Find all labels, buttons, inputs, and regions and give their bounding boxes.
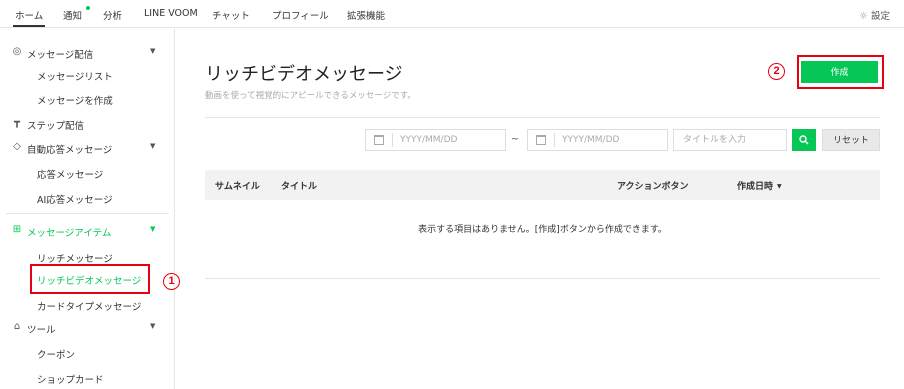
sidebar-group-label: ステップ配信	[27, 121, 85, 132]
step-icon: ┳	[13, 117, 21, 128]
highlight-box-step1	[30, 264, 150, 294]
field-separator	[392, 133, 393, 147]
chevron-down-icon: ▼	[150, 225, 156, 233]
nav-line-voom[interactable]: LINE VOOM	[144, 8, 198, 19]
sort-down-icon: ▼	[777, 183, 782, 190]
date-range-separator: ~	[511, 134, 519, 145]
broadcast-icon: ◎	[12, 46, 22, 57]
message-item-icon: ⊞	[12, 224, 22, 235]
table-bottom-divider	[205, 278, 880, 279]
title-search-input[interactable]	[673, 129, 787, 151]
sidebar-item-create-message[interactable]: メッセージを作成	[37, 93, 113, 107]
notification-dot	[86, 6, 90, 10]
nav-notifications[interactable]: 通知	[63, 8, 82, 22]
table-header: サムネイル タイトル アクションボタン 作成日時 ▼	[205, 170, 880, 200]
date-to-placeholder: YYYY/MM/DD	[562, 135, 620, 145]
date-from-field[interactable]: YYYY/MM/DD	[365, 129, 506, 151]
chevron-down-icon: ▼	[150, 47, 156, 55]
empty-state-message: 表示する項目はありません。[作成]ボタンから作成できます。	[418, 225, 667, 235]
nav-chat[interactable]: チャット	[212, 8, 250, 22]
date-from-placeholder: YYYY/MM/DD	[400, 135, 458, 145]
sidebar-group-label: ツール	[27, 325, 56, 336]
shop-icon: ⌂	[13, 321, 21, 332]
nav-home[interactable]: ホーム	[12, 8, 46, 27]
calendar-icon	[536, 135, 546, 145]
step-badge-1: 1	[163, 273, 180, 290]
step-badge-2: 2	[768, 63, 785, 80]
chevron-down-icon: ▼	[150, 142, 156, 150]
sidebar-group-message-broadcast[interactable]: ◎ メッセージ配信 ▼	[0, 43, 175, 63]
sidebar: ◎ メッセージ配信 ▼ メッセージリスト メッセージを作成 ┳ ステップ配信 ◇…	[0, 29, 175, 389]
sidebar-group-tools[interactable]: ⌂ ツール ▼	[0, 318, 175, 338]
column-header-created-at[interactable]: 作成日時 ▼	[737, 179, 782, 192]
sidebar-item-coupon[interactable]: クーポン	[37, 347, 75, 361]
divider	[205, 117, 880, 118]
gear-icon: ☼	[859, 11, 868, 22]
create-button[interactable]: 作成	[801, 61, 878, 83]
column-header-thumbnail: サムネイル	[215, 182, 260, 192]
auto-reply-icon: ◇	[13, 141, 21, 152]
sidebar-divider	[6, 213, 169, 214]
column-header-title: タイトル	[281, 182, 318, 192]
column-header-action-button: アクションボタン	[617, 182, 689, 192]
search-button[interactable]	[792, 129, 816, 151]
top-navigation: ホーム 通知 分析 LINE VOOM チャット プロフィール 拡張機能 ☼ 設定	[0, 0, 904, 28]
calendar-icon	[374, 135, 384, 145]
sidebar-group-label: メッセージ配信	[27, 50, 94, 61]
nav-profile[interactable]: プロフィール	[272, 8, 329, 22]
settings-label: 設定	[870, 11, 890, 22]
nav-extensions[interactable]: 拡張機能	[347, 8, 385, 22]
sidebar-group-message-items[interactable]: ⊞ メッセージアイテム ▼	[0, 221, 175, 241]
sidebar-item-message-list[interactable]: メッセージリスト	[37, 69, 113, 83]
page-subtitle: 動画を使って視覚的にアピールできるメッセージです。	[205, 91, 416, 101]
settings-link[interactable]: ☼ 設定	[859, 8, 890, 22]
sidebar-item-card-type-message[interactable]: カードタイプメッセージ	[37, 299, 141, 313]
page-title: リッチビデオメッセージ	[205, 64, 403, 85]
search-icon	[799, 135, 809, 145]
sidebar-item-ai-reply-message[interactable]: AI応答メッセージ	[37, 192, 113, 206]
date-to-field[interactable]: YYYY/MM/DD	[527, 129, 668, 151]
sidebar-item-reply-message[interactable]: 応答メッセージ	[37, 167, 103, 181]
column-header-created-at-label: 作成日時	[737, 182, 774, 192]
sidebar-group-label: 自動応答メッセージ	[27, 145, 113, 156]
sidebar-item-shop-card[interactable]: ショップカード	[37, 372, 104, 386]
sidebar-group-label: メッセージアイテム	[27, 228, 112, 239]
nav-analytics[interactable]: 分析	[103, 8, 122, 22]
sidebar-group-auto-reply[interactable]: ◇ 自動応答メッセージ ▼	[0, 138, 175, 158]
sidebar-group-step-delivery[interactable]: ┳ ステップ配信	[0, 114, 175, 134]
chevron-down-icon: ▼	[150, 322, 156, 330]
field-separator	[554, 133, 555, 147]
sidebar-item-rich-message[interactable]: リッチメッセージ	[37, 251, 113, 265]
reset-button[interactable]: リセット	[822, 129, 880, 151]
